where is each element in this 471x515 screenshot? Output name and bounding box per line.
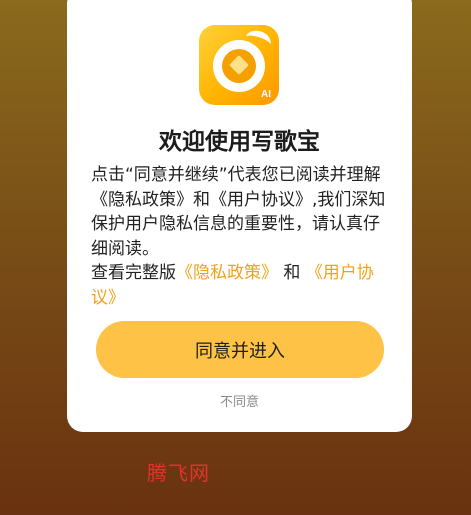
view-full-label: 查看完整版: [91, 263, 176, 283]
consent-message: 点击“同意并继续”代表您已阅读并理解《隐私政策》和《用户协议》,我们深知保护用户…: [91, 163, 391, 310]
and-label: 和: [278, 263, 306, 283]
dialog-title: 欢迎使用写歌宝: [159, 129, 320, 155]
app-logo-icon: AI: [199, 25, 279, 105]
privacy-policy-link[interactable]: 《隐私政策》: [176, 263, 278, 283]
watermark-text: 腾飞网: [147, 461, 210, 485]
privacy-consent-dialog: AI 欢迎使用写歌宝 点击“同意并继续”代表您已阅读并理解《隐私政策》和《用户协…: [67, 0, 412, 432]
ai-badge: AI: [261, 89, 271, 100]
disagree-link[interactable]: 不同意: [67, 391, 412, 410]
message-user-agreement: 《用户协议》: [210, 189, 312, 210]
message-and: 和: [193, 189, 210, 210]
message-privacy-policy: 《隐私政策》: [91, 189, 193, 210]
message-intro: 点击“同意并继续”代表您已阅读并理解: [91, 165, 381, 185]
agree-and-enter-button[interactable]: 同意并进入: [96, 321, 384, 378]
